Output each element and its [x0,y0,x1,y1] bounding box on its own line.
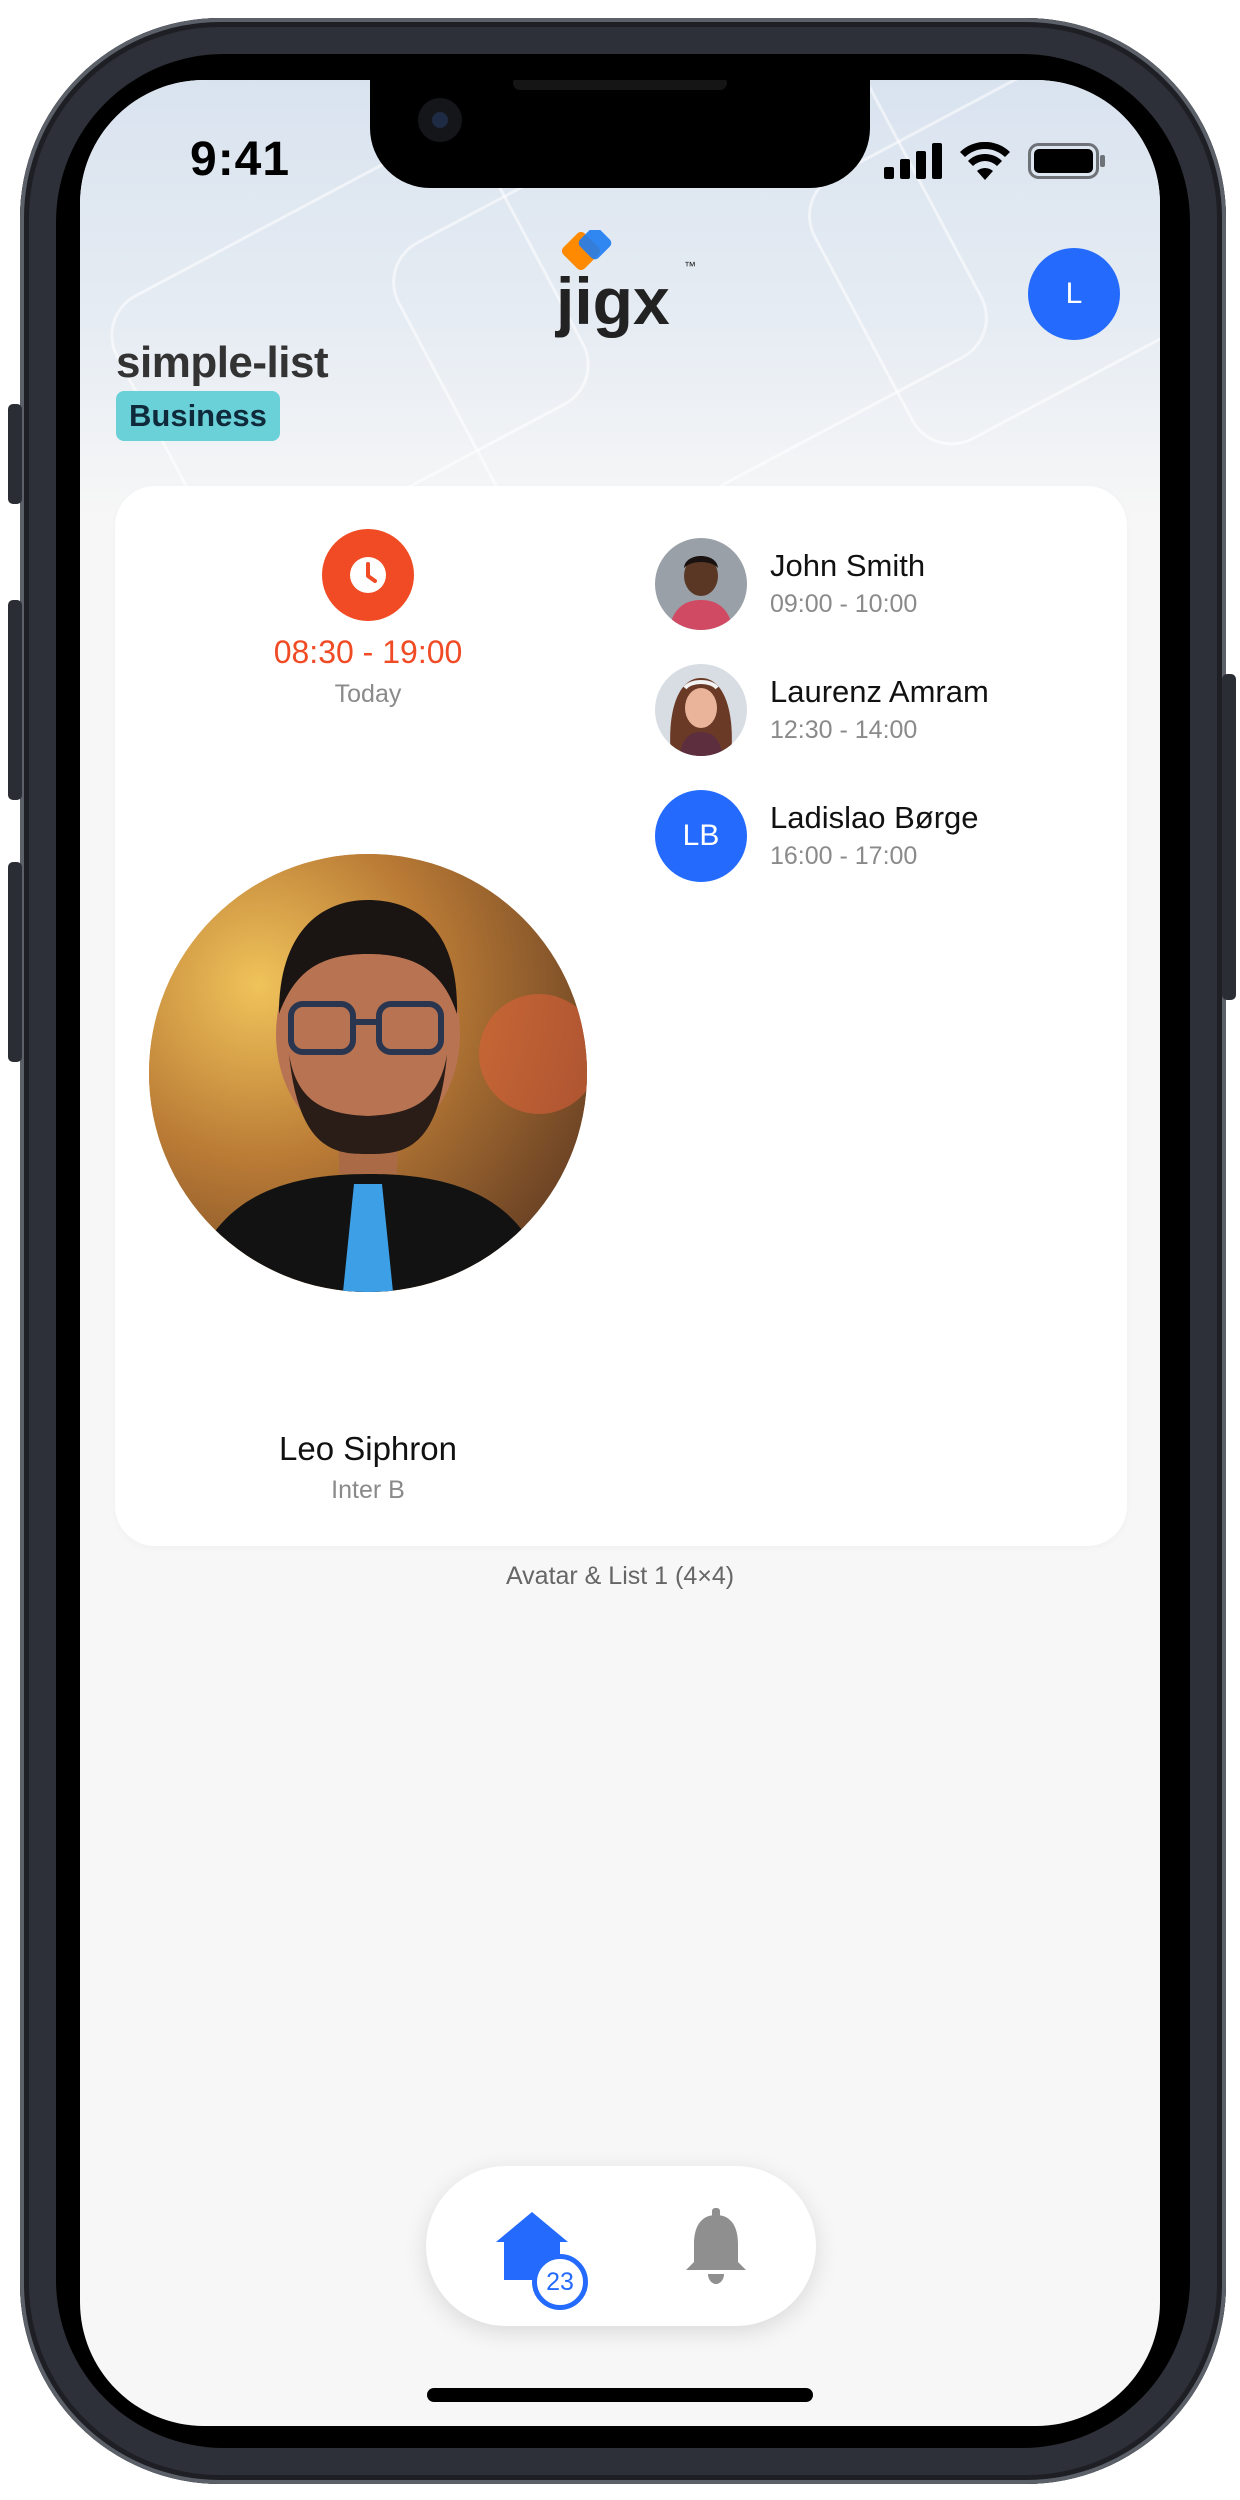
list-item[interactable]: LB Ladislao Børge 16:00 - 17:00 [655,790,1095,886]
list-avatar-photo [655,664,747,756]
volume-down-button [8,862,22,1062]
power-button [1222,674,1236,1000]
home-badge: 23 [532,2254,588,2310]
list-item-name: John Smith [770,548,926,583]
list-item[interactable]: John Smith 09:00 - 10:00 [655,538,1095,634]
bell-icon [686,2208,746,2284]
featured-avatar[interactable] [149,854,587,1292]
widget-caption: Avatar & List 1 (4×4) [505,1562,735,1590]
clock-icon [350,557,386,593]
featured-name: Leo Siphron [279,1430,457,1467]
status-icons [884,142,1106,180]
status-time: 9:41 [190,133,291,186]
schedule-day: Today [334,680,402,708]
schedule-time-range: 08:30 - 19:00 [273,634,463,670]
action-button [8,404,22,504]
list-avatar-initials: LB [655,790,747,882]
user-avatar[interactable]: L [1028,248,1120,340]
logo-trademark: ™ [684,259,696,273]
category-badge: Business [116,391,280,441]
list-item-time: 12:30 - 14:00 [770,716,918,744]
speaker [513,80,727,90]
front-camera [418,98,462,142]
list-item-time: 16:00 - 17:00 [770,842,918,870]
list-avatar [655,538,747,630]
page-title: simple-list [116,338,329,387]
list-avatar-photo [655,538,747,630]
home-indicator [427,2388,813,2402]
featured-avatar-photo [149,854,587,1292]
clock-badge [322,529,414,621]
tab-notifications[interactable] [684,2208,754,2284]
volume-up-button [8,600,22,800]
list-item-time: 09:00 - 10:00 [770,590,918,618]
list-item[interactable]: Laurenz Amram 12:30 - 14:00 [655,664,1095,760]
list-item-name: Laurenz Amram [770,674,989,709]
screen: 9:41 jigx ™ L simple-list Business 08:30… [80,80,1160,2426]
battery-icon [1028,143,1105,179]
tab-bar: 23 [426,2166,816,2326]
wifi-icon [960,142,1010,180]
tab-home[interactable]: 23 [494,2208,594,2310]
logo-text: jigx [554,264,670,338]
featured-subtitle: Inter B [331,1476,405,1504]
avatar-list-widget[interactable]: 08:30 - 19:00 Today Leo Siphron Inter B … [115,486,1127,1546]
list-item-name: Ladislao Børge [770,800,979,835]
list-avatar [655,664,747,756]
jigx-logo: jigx ™ [554,230,696,338]
notch [370,80,870,188]
signal-icon [884,143,942,179]
